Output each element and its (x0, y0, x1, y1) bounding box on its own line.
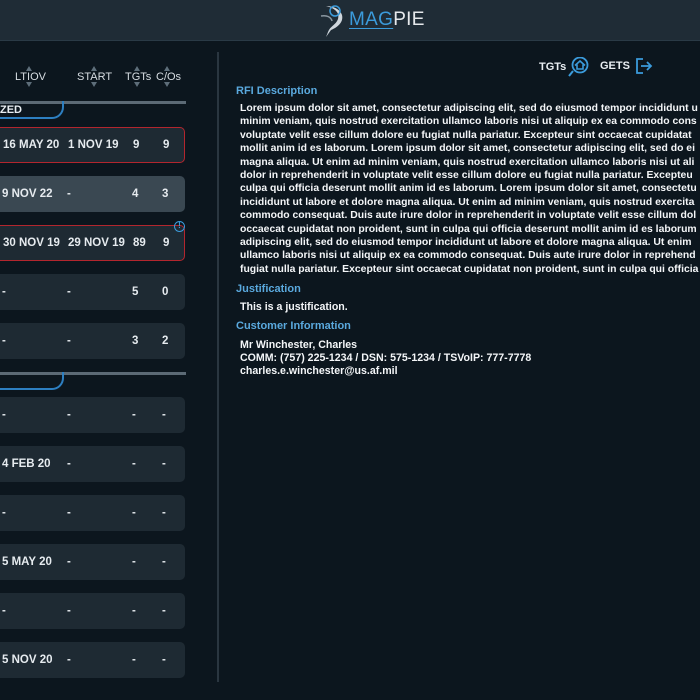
rfi-row[interactable]: ---- (0, 593, 185, 629)
rfi-row[interactable]: 30 NOV 19 29 NOV 19 89 9 (0, 225, 185, 261)
rfi-row[interactable]: - - 5 0 (0, 274, 185, 310)
row-cos: 2 (162, 335, 169, 347)
customer-email[interactable]: charles.e.winchester@us.af.mil (240, 365, 398, 377)
tgts-nav-link[interactable]: TGTs (539, 57, 590, 77)
customer-comm: COMM: (757) 225-1234 / DSN: 575-1234 / T… (240, 352, 532, 364)
gets-nav-label: GETS (600, 60, 630, 72)
sort-ltiov-icon[interactable] (26, 66, 33, 87)
description-line: adipiscing elit, sed do eiusmod tempor i… (240, 237, 692, 249)
magpie-bird-icon (320, 5, 343, 37)
row-tgts: 3 (132, 335, 139, 347)
description-line: minim veniam, quis nostrud exercitation … (240, 116, 697, 128)
description-line: Lorem ipsum dolor sit amet, consectetur … (240, 103, 698, 114)
row-ltiov: - (2, 286, 6, 298)
rfi-row[interactable]: 16 MAY 20 1 NOV 19 9 9 (0, 127, 185, 163)
row-tgts: 9 (133, 139, 140, 151)
row-start: 29 NOV 19 (68, 237, 125, 249)
sort-tgts-icon[interactable] (134, 66, 141, 87)
row-start: - (67, 654, 71, 666)
rfi-row[interactable]: ---- (0, 495, 185, 531)
row-tgts: - (132, 409, 136, 421)
row-ltiov: 5 NOV 20 (2, 654, 53, 666)
row-ltiov: 4 FEB 20 (2, 458, 51, 470)
row-cos: - (162, 605, 166, 617)
row-start: - (67, 605, 71, 617)
rfi-row[interactable]: 5 NOV 20 - - - (0, 642, 185, 678)
row-tgts: 4 (132, 188, 139, 200)
sort-start-icon[interactable] (91, 66, 98, 87)
description-line: commodo consequat. Duis aute irure dolor… (240, 210, 697, 222)
row-start: - (67, 335, 71, 347)
row-start: - (67, 507, 71, 519)
row-start: - (67, 556, 71, 568)
row-tgts: - (132, 556, 136, 568)
description-line: occaecat cupidatat non proident, sunt in… (240, 223, 697, 235)
row-tgts: - (132, 507, 136, 519)
row-tgts: 5 (132, 286, 139, 298)
rfi-description-text: Lorem ipsum dolor sit amet, consectetur … (240, 102, 700, 278)
row-start: - (67, 286, 71, 298)
row-cos: - (162, 556, 166, 568)
description-line: voluptate velit esse cillum dolore eu fu… (240, 129, 692, 141)
gets-nav-link[interactable]: GETS (600, 57, 654, 75)
section-tab-label: ZED (0, 104, 22, 116)
rfi-description-title: RFI Description (236, 85, 318, 97)
description-line: fugiat nulla pariatur. Excepteur sint oc… (240, 263, 699, 275)
sort-cos-icon[interactable] (164, 66, 171, 87)
row-ltiov: - (2, 507, 6, 519)
app-logo[interactable]: MAGPIE (318, 2, 425, 38)
row-cos: 9 (163, 237, 170, 249)
row-ltiov: 30 NOV 19 (3, 237, 60, 249)
description-line: incididunt ut labore et dolore magna ali… (240, 196, 695, 208)
row-cos: - (162, 458, 166, 470)
rfi-row[interactable]: 5 MAY 20 - - - (0, 544, 185, 580)
row-tgts: - (132, 458, 136, 470)
row-ltiov: - (2, 335, 6, 347)
row-ltiov: 9 NOV 22 (2, 188, 53, 200)
tgts-nav-label: TGTs (539, 61, 567, 73)
description-line: ullamco laboris nisi ut aliquip ex ea co… (240, 250, 696, 262)
customer-info-title: Customer Information (236, 320, 351, 332)
rfi-row[interactable]: ---- (0, 397, 185, 433)
row-ltiov: 5 MAY 20 (2, 556, 52, 568)
row-tgts: - (132, 605, 136, 617)
row-cos: 0 (162, 286, 169, 298)
app-header: MAGPIE (0, 0, 700, 41)
description-line: dolor in reprehenderit in voluptate veli… (240, 170, 693, 182)
justification-text: This is a justification. (240, 301, 348, 313)
row-cos: - (162, 507, 166, 519)
row-start: 1 NOV 19 (68, 139, 119, 151)
row-cos: 9 (163, 139, 170, 151)
rfi-row[interactable]: 9 NOV 22 - 4 3 (0, 176, 185, 212)
row-tgts: 89 (133, 237, 146, 249)
logo-pie-text: PIE (393, 9, 425, 30)
justification-title: Justification (236, 283, 301, 295)
customer-name: Mr Winchester, Charles (240, 339, 358, 351)
rfi-row[interactable]: 4 FEB 20 - - - (0, 446, 185, 482)
rfi-row[interactable]: - - 3 2 (0, 323, 185, 359)
row-cos: - (162, 409, 166, 421)
target-home-icon (568, 57, 589, 77)
section-tab-secondary[interactable] (0, 372, 64, 390)
row-ltiov: - (2, 605, 6, 617)
row-tgts: - (132, 654, 136, 666)
row-cos: - (162, 654, 166, 666)
row-start: - (67, 458, 71, 470)
row-start: - (67, 188, 71, 200)
row-cos: 3 (162, 188, 169, 200)
logo-mag-text: MAG (349, 9, 394, 30)
row-ltiov: 16 MAY 20 (3, 139, 60, 151)
description-line: magna aliqua. Ut enim ad minim veniam, q… (240, 156, 695, 168)
pane-divider[interactable] (217, 52, 219, 682)
row-start: - (67, 409, 71, 421)
description-line: culpa qui officia deserunt mollit anim i… (240, 183, 697, 195)
info-icon[interactable]: ! (174, 221, 185, 232)
sign-out-icon (636, 58, 653, 74)
row-ltiov: - (2, 409, 6, 421)
description-line: mollit anim id es laborum. Lorem ipsum d… (240, 143, 695, 155)
